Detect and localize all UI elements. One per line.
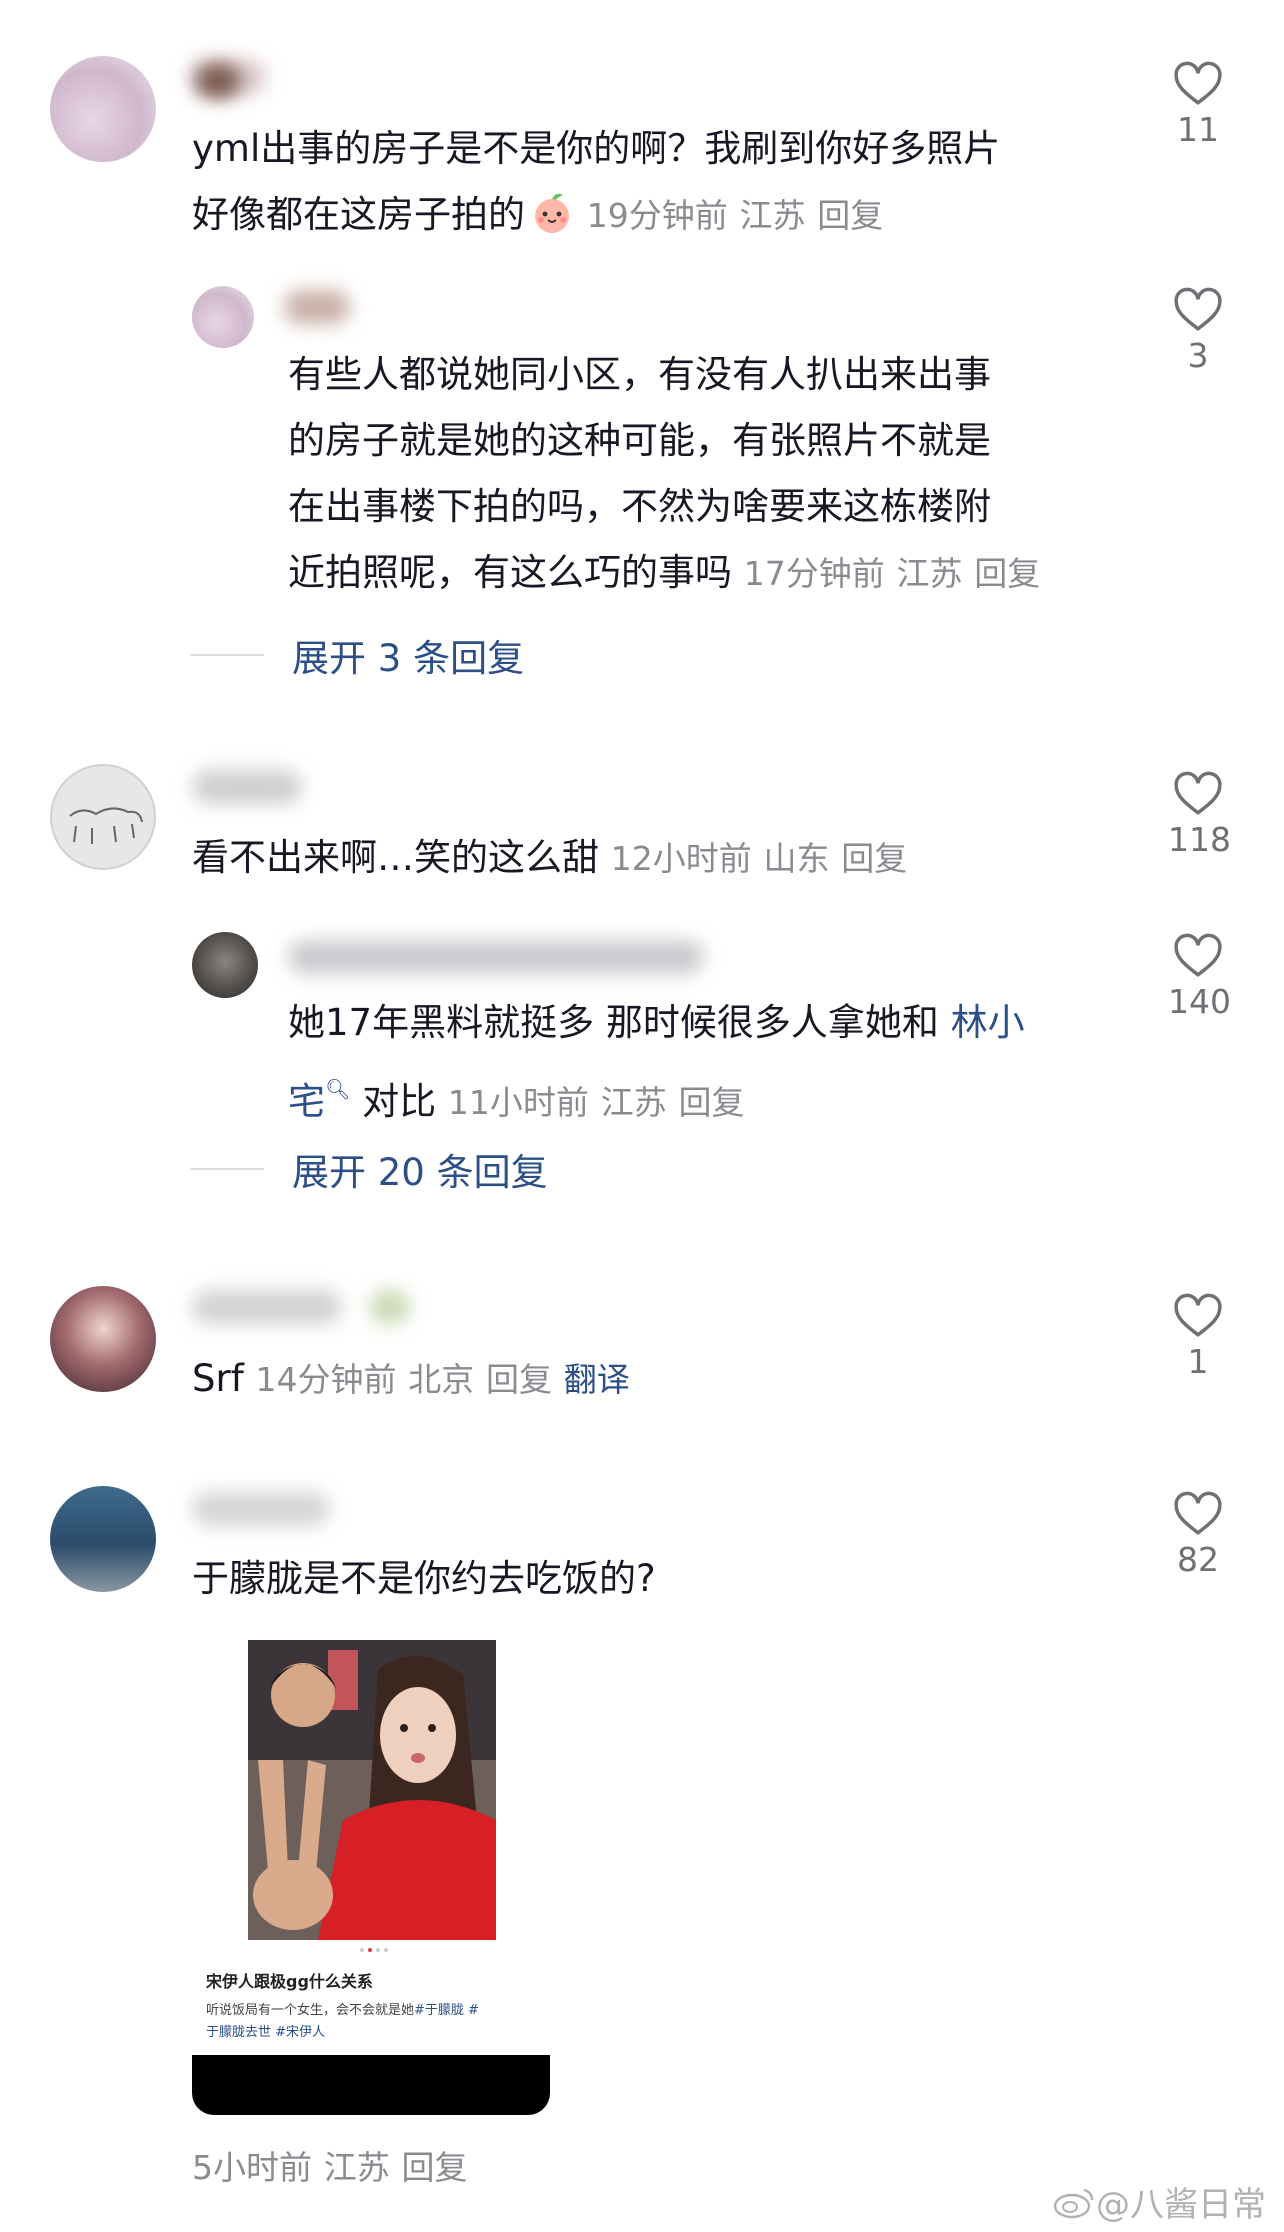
heart-icon [1174, 61, 1222, 105]
avatar[interactable] [50, 1286, 156, 1392]
page-dots [360, 1948, 388, 1952]
comment-time: 11小时前 [447, 1083, 589, 1122]
comment-location: 北京 [408, 1360, 475, 1399]
post-title: 宋伊人跟极gg什么关系 [206, 1972, 373, 1991]
redaction-bar [192, 2055, 550, 2115]
avatar[interactable] [192, 932, 258, 998]
like-count: 11 [1177, 110, 1219, 149]
like-button[interactable]: 11 [1168, 58, 1228, 150]
username-blurred[interactable] [192, 1492, 330, 1526]
expand-replies-label: 展开 3 条回复 [292, 637, 525, 680]
mention-link[interactable]: 林小 [951, 1001, 1025, 1044]
reply-text-line: 在出事楼下拍的吗，不然为啥要来这栋楼附 [288, 485, 991, 528]
reply-button[interactable]: 回复 [402, 2148, 468, 2187]
comment-text: 于朦胧是不是你约去吃饭的? [192, 1557, 656, 1600]
reply-button[interactable]: 回复 [841, 839, 907, 878]
reply-text-line: 的房子就是她的这种可能，有张照片不就是 [288, 419, 991, 462]
comment-time: 19分钟前 [586, 196, 728, 235]
expand-replies-button[interactable]: 展开 20 条回复 [190, 1142, 548, 1196]
comment-time: 17分钟前 [743, 554, 885, 593]
expand-replies-label: 展开 20 条回复 [292, 1151, 548, 1194]
avatar[interactable] [50, 764, 156, 870]
comment-time: 14分钟前 [255, 1360, 397, 1399]
comment-text: yml出事的房子是不是你的啊？我刷到你好多照片 [192, 127, 1001, 170]
username-blurred [196, 64, 240, 98]
like-count: 82 [1177, 1540, 1219, 1579]
mention-link[interactable]: 宅 [288, 1080, 325, 1123]
doodle-icon [69, 807, 143, 844]
heart-icon [1174, 1491, 1222, 1535]
like-count: 3 [1187, 336, 1209, 375]
like-button[interactable]: 118 [1168, 768, 1231, 860]
reply-text-line: 宅🔍︎ 对比 11小时前 江苏 回复 [288, 1077, 745, 1123]
username-blurred[interactable] [284, 290, 350, 324]
username-blurred[interactable] [288, 940, 704, 974]
hashtag[interactable]: 于朦胧去世 #宋伊人 [206, 2025, 325, 2040]
comment-meta: 5小时前 江苏 回复 [192, 2134, 468, 2201]
like-button[interactable]: 82 [1168, 1488, 1228, 1580]
username-blurred [370, 1290, 410, 1324]
avatar[interactable] [192, 286, 254, 348]
comment-location: 山东 [763, 839, 830, 878]
like-count: 118 [1168, 820, 1231, 859]
avatar[interactable] [50, 56, 156, 162]
like-count: 140 [1168, 982, 1231, 1021]
reply-button[interactable]: 回复 [486, 1360, 552, 1399]
divider [190, 1168, 264, 1170]
hashtag[interactable]: #于朦胧 # [414, 2003, 479, 2018]
like-button[interactable]: 1 [1168, 1290, 1228, 1382]
like-button[interactable]: 140 [1168, 930, 1231, 1022]
reply-text-line: 近拍照呢，有这么巧的事吗 17分钟前 江苏 回复 [288, 551, 1041, 594]
watermark: @八酱日常 [1052, 2177, 1266, 2226]
heart-icon [1174, 771, 1222, 815]
reply-text-line: 她17年黑料就挺多 那时候很多人拿她和 林小 [288, 1001, 1025, 1044]
heart-icon [1174, 1293, 1222, 1337]
reply-button[interactable]: 回复 [678, 1083, 744, 1122]
weibo-logo-icon [1053, 2188, 1094, 2218]
heart-icon [1174, 287, 1222, 331]
comment-text: 好像都在这房子拍的 19分钟前 江苏 回复 [192, 182, 883, 249]
comment-text: 看不出来啊…笑的这么甜 12小时前 山东 回复 [192, 836, 908, 879]
selfie-photo [248, 1640, 496, 1940]
username-blurred[interactable] [192, 770, 302, 804]
comment-location: 江苏 [323, 2148, 390, 2187]
attached-image[interactable]: 宋伊人跟极gg什么关系 听说饭局有一个女生，会不会就是她#于朦胧 # 于朦胧去世… [192, 1622, 552, 2062]
like-count: 1 [1187, 1342, 1209, 1381]
translate-button[interactable]: 翻译 [564, 1360, 630, 1399]
username-blurred[interactable] [192, 1290, 342, 1324]
search-icon: 🔍︎ [325, 1077, 351, 1101]
reply-button[interactable]: 回复 [974, 554, 1040, 593]
like-button[interactable]: 3 [1168, 284, 1228, 376]
comment-text: Srf 14分钟前 北京 回复 翻译 [192, 1357, 630, 1400]
comment-location: 江苏 [739, 196, 806, 235]
peach-face-icon [529, 189, 575, 235]
comment-location: 江苏 [896, 554, 963, 593]
post-body: 听说饭局有一个女生，会不会就是她#于朦胧 # 于朦胧去世 #宋伊人 [206, 2003, 479, 2040]
reply-button[interactable]: 回复 [817, 196, 883, 235]
comment-location: 江苏 [600, 1083, 667, 1122]
reply-text-line: 有些人都说她同小区，有没有人扒出来出事 [288, 353, 991, 396]
divider [190, 654, 264, 656]
comment-time: 5小时前 [192, 2148, 312, 2187]
heart-icon [1174, 933, 1222, 977]
expand-replies-button[interactable]: 展开 3 条回复 [190, 628, 524, 682]
comment-time: 12小时前 [610, 839, 752, 878]
avatar[interactable] [50, 1486, 156, 1592]
